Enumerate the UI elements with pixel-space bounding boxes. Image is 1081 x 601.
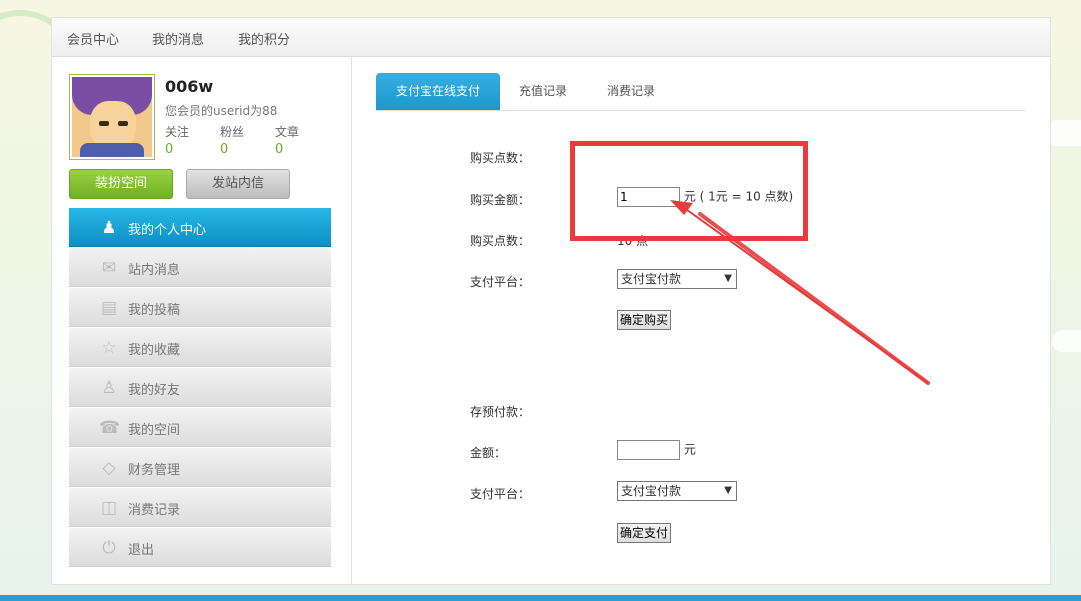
annotation-arrow <box>670 200 930 385</box>
bottom-bar <box>0 595 1081 601</box>
